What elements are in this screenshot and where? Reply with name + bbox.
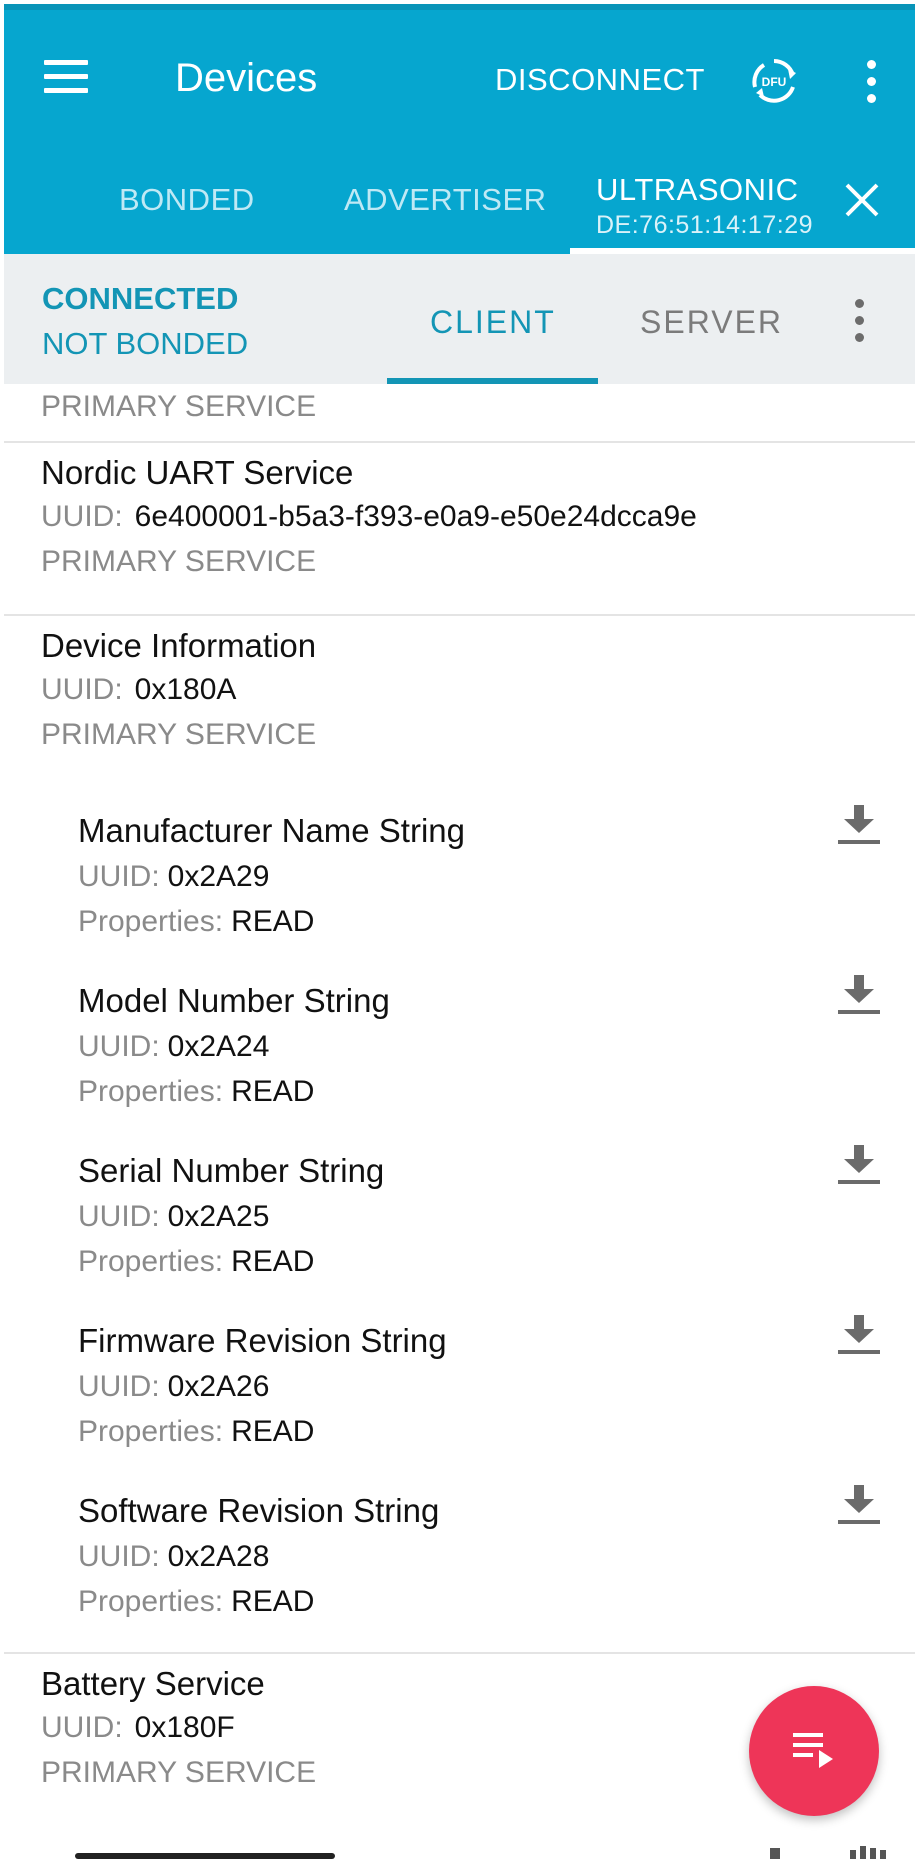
- characteristic-name: Firmware Revision String: [78, 1322, 447, 1359]
- characteristic-uuid: UUID: 0x2A24: [78, 1030, 269, 1064]
- properties-value: READ: [231, 1415, 315, 1448]
- uuid-label: UUID:: [78, 1030, 160, 1063]
- characteristic-properties: Properties: READ: [78, 1075, 314, 1109]
- uuid-label: UUID:: [41, 673, 123, 706]
- service-type: PRIMARY SERVICE: [41, 1756, 317, 1789]
- uuid-label: UUID:: [78, 1200, 160, 1233]
- service-item[interactable]: Device Information UUID: 0x180A PRIMARY S…: [4, 617, 915, 767]
- bond-status: NOT BONDED: [42, 326, 249, 361]
- log-fab-button[interactable]: [749, 1686, 879, 1816]
- tab-client[interactable]: CLIENT: [430, 304, 556, 341]
- tab-bonded[interactable]: BONDED: [119, 182, 255, 218]
- playlist-play-icon: [793, 1733, 833, 1768]
- uuid-value: 0x2A29: [167, 860, 270, 893]
- service-type: PRIMARY SERVICE: [41, 545, 317, 578]
- service-type: PRIMARY SERVICE: [41, 718, 317, 751]
- uuid-label: UUID:: [78, 1540, 160, 1573]
- service-uuid: UUID: 0x180A: [41, 673, 236, 707]
- characteristic-item[interactable]: Serial Number String UUID: 0x2A25 Propert…: [4, 1145, 915, 1320]
- characteristic-item[interactable]: Manufacturer Name String UUID: 0x2A29 Pro…: [4, 805, 915, 980]
- characteristic-item[interactable]: Model Number String UUID: 0x2A24 Properti…: [4, 975, 915, 1150]
- service-name: Nordic UART Service: [41, 454, 354, 491]
- properties-label: Properties:: [78, 905, 224, 938]
- disconnect-button[interactable]: DISCONNECT: [495, 62, 705, 98]
- uuid-label: UUID:: [41, 500, 123, 533]
- characteristic-uuid: UUID: 0x2A28: [78, 1540, 269, 1574]
- properties-label: Properties:: [78, 1585, 224, 1618]
- properties-value: READ: [231, 1075, 315, 1108]
- characteristic-properties: Properties: READ: [78, 1415, 314, 1449]
- characteristic-uuid: UUID: 0x2A26: [78, 1370, 269, 1404]
- divider: [4, 441, 915, 443]
- properties-value: READ: [231, 1245, 315, 1278]
- service-name: Device Information: [41, 627, 317, 664]
- properties-label: Properties:: [78, 1415, 224, 1448]
- menu-icon[interactable]: [44, 60, 90, 94]
- service-item[interactable]: Nordic UART Service UUID: 6e400001-b5a3-f…: [4, 444, 915, 614]
- service-name: Battery Service: [41, 1665, 265, 1702]
- characteristic-item[interactable]: Firmware Revision String UUID: 0x2A26 Pro…: [4, 1315, 915, 1490]
- device-address: DE:76:51:14:17:29: [596, 211, 813, 239]
- partial-next-row: [75, 1846, 886, 1859]
- uuid-value: 0x2A24: [167, 1030, 270, 1063]
- uuid-label: UUID:: [41, 1711, 123, 1744]
- service-uuid: UUID: 0x180F: [41, 1711, 235, 1745]
- divider: [4, 614, 915, 616]
- service-uuid: UUID: 6e400001-b5a3-f393-e0a9-e50e24dcca9…: [41, 500, 697, 534]
- characteristic-properties: Properties: READ: [78, 1585, 314, 1619]
- characteristic-name: Model Number String: [78, 982, 390, 1019]
- download-icon[interactable]: [834, 1480, 884, 1530]
- service-type: PRIMARY SERVICE: [41, 390, 317, 423]
- uuid-value: 0x180F: [134, 1711, 235, 1744]
- tab-ultrasonic-label: ULTRASONIC: [596, 172, 799, 207]
- properties-label: Properties:: [78, 1245, 224, 1278]
- page-title: Devices: [175, 56, 318, 100]
- uuid-value: 6e400001-b5a3-f393-e0a9-e50e24dcca9e: [134, 500, 697, 533]
- download-icon[interactable]: [834, 800, 884, 850]
- uuid-label: UUID:: [78, 1370, 160, 1403]
- tab-server[interactable]: SERVER: [640, 304, 783, 341]
- characteristic-name: Software Revision String: [78, 1492, 440, 1529]
- tab-ultrasonic[interactable]: ULTRASONIC DE:76:51:14:17:29: [596, 172, 813, 240]
- properties-value: READ: [231, 1585, 315, 1618]
- download-icon[interactable]: [834, 970, 884, 1020]
- characteristic-item[interactable]: Software Revision String UUID: 0x2A28 Pro…: [4, 1485, 915, 1660]
- uuid-label: UUID:: [78, 860, 160, 893]
- more-vert-icon[interactable]: [852, 299, 866, 345]
- characteristic-name: Serial Number String: [78, 1152, 385, 1189]
- characteristic-uuid: UUID: 0x2A29: [78, 860, 269, 894]
- uuid-value: 0x180A: [134, 673, 237, 706]
- uuid-value: 0x2A26: [167, 1370, 270, 1403]
- app-bar: Devices DISCONNECT DFU BONDED ADVERTISER…: [4, 4, 915, 254]
- uuid-value: 0x2A25: [167, 1200, 270, 1233]
- connection-status: CONNECTED: [42, 281, 239, 316]
- dfu-icon[interactable]: DFU: [750, 57, 798, 105]
- status-strip: [4, 4, 915, 10]
- divider: [4, 1652, 915, 1654]
- download-icon[interactable]: [834, 1310, 884, 1360]
- close-icon[interactable]: [842, 180, 882, 220]
- client-tab-indicator: [387, 378, 598, 384]
- tab-advertiser[interactable]: ADVERTISER: [344, 182, 547, 218]
- characteristic-name: Manufacturer Name String: [78, 812, 465, 849]
- download-icon[interactable]: [834, 1140, 884, 1190]
- characteristic-uuid: UUID: 0x2A25: [78, 1200, 269, 1234]
- properties-label: Properties:: [78, 1075, 224, 1108]
- uuid-value: 0x2A28: [167, 1540, 270, 1573]
- characteristic-properties: Properties: READ: [78, 905, 314, 939]
- dfu-label: DFU: [762, 75, 787, 89]
- more-vert-icon[interactable]: [864, 60, 878, 106]
- connection-bar: CONNECTED NOT BONDED CLIENT SERVER: [4, 254, 915, 384]
- properties-value: READ: [231, 905, 315, 938]
- characteristic-properties: Properties: READ: [78, 1245, 314, 1279]
